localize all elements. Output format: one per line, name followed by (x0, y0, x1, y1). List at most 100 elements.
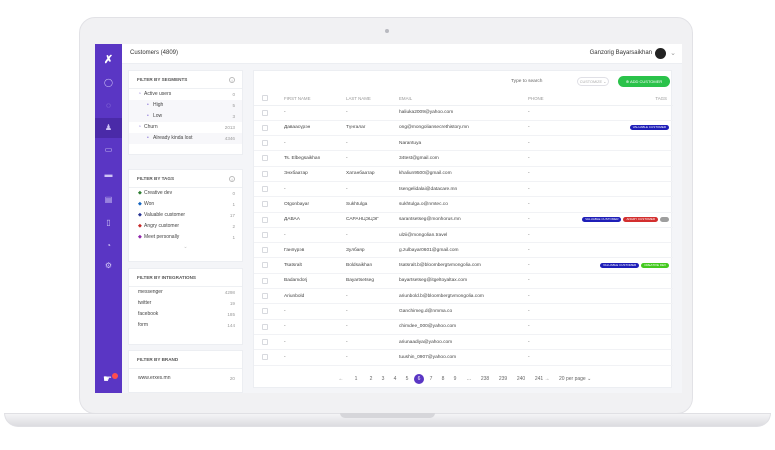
table-row[interactable]: - - tsengelidalai@datacare.mn - (254, 181, 673, 198)
tag-badge[interactable]: ANGRY CUSTOMER (623, 216, 658, 222)
avatar[interactable] (655, 48, 666, 59)
table-row[interactable]: - - chimdee_000@yahoo.com - (254, 319, 673, 335)
page-link[interactable]: 5 (402, 374, 412, 384)
table-row[interactable]: - - ariunaadiya@yahoo.com - (254, 334, 673, 351)
segment-item[interactable]: ◔ Active users 0 (129, 89, 242, 100)
integration-item[interactable]: form 144 (129, 320, 242, 331)
select-all-checkbox[interactable] (262, 95, 268, 102)
table-row[interactable]: Badamdorj Bayartsetseg bayartsetseg@itgelt… (254, 273, 673, 290)
row-checkbox[interactable] (262, 170, 268, 177)
email-header[interactable]: EMAIL (395, 92, 524, 106)
tag-filter-item[interactable]: ◆ Won 1 (129, 199, 242, 210)
settings-icon[interactable]: ⚙ (95, 259, 122, 273)
user-name[interactable]: Ganzorig Bayarsaikhan (590, 50, 652, 56)
page-link[interactable]: 2 (366, 374, 376, 384)
table-row[interactable]: - - Narantuya - (254, 135, 673, 152)
integration-item[interactable]: messenger 4298 (129, 287, 242, 298)
briefcase-icon[interactable]: ▭ (95, 143, 122, 157)
brand-item[interactable]: www.erxes.mn 20 (129, 373, 242, 384)
laptop-icon[interactable]: ▬ (95, 168, 122, 182)
engage-icon[interactable]: ◌ (95, 99, 122, 113)
row-checkbox[interactable] (262, 109, 268, 116)
table-row[interactable]: - - tuushin_0907@yahoo.com - (254, 349, 673, 366)
info-icon[interactable]: i (229, 77, 235, 83)
clipboard-icon[interactable]: ▯ (95, 216, 122, 230)
tags-header[interactable]: TAGS (561, 92, 673, 106)
customers-icon[interactable]: ♟ (95, 118, 122, 138)
page-link[interactable]: 8 (438, 374, 448, 384)
per-page-select[interactable]: 20 per page ⌄ (559, 374, 591, 384)
tag-badge[interactable]: VALUABLE CUSTOMER (599, 262, 640, 268)
table-row[interactable]: - - ulzii@mongolian.travel - (254, 227, 673, 244)
table-row[interactable]: Ariunbold - ariunbold.b@bloombergtvmongoli… (254, 288, 673, 305)
prev-arrow-icon[interactable]: ← (336, 374, 346, 384)
phone-header[interactable]: PHONE (524, 92, 561, 106)
row-checkbox[interactable] (262, 216, 268, 223)
row-checkbox[interactable] (262, 354, 268, 361)
page-link[interactable]: 239 (496, 374, 510, 384)
page-link[interactable]: 3 (378, 374, 388, 384)
logo-icon[interactable]: ✗ (95, 53, 122, 66)
integration-item[interactable]: twitter 19 (129, 298, 242, 309)
insights-icon[interactable]: ◔ (95, 239, 122, 253)
tag-badge[interactable]: VALUABLE CUSTOMER (582, 216, 622, 222)
row-checkbox[interactable] (262, 277, 268, 284)
row-checkbox[interactable] (262, 262, 268, 269)
row-checkbox[interactable] (262, 247, 268, 254)
table-row[interactable]: Otgonbayar Sukhtulga sukhtulga.o@nmtec.co - (254, 196, 673, 213)
page-link[interactable]: 7 (426, 374, 436, 384)
row-checkbox[interactable] (262, 140, 268, 147)
expand-chevron-icon[interactable]: ⌄ (129, 243, 242, 252)
segment-item[interactable]: • High 5 (129, 100, 242, 111)
row-checkbox[interactable] (262, 293, 268, 300)
table-row[interactable]: Ts. Elbegsaikhan -34test@gmail.com - (254, 150, 673, 167)
chevron-down-icon[interactable]: ⌄ (670, 49, 676, 57)
segment-item[interactable]: • Already kinda lost 4346 (129, 133, 242, 144)
page-link[interactable]: 1 (351, 374, 361, 384)
tag-filter-item[interactable]: ◆ Creative dev 0 (129, 188, 242, 199)
row-checkbox[interactable] (262, 338, 268, 345)
tag-label: Won (144, 201, 155, 207)
table-row[interactable]: ДАВАА САРАНЦЭЦЭГ sarantsetseg@monhorus.mn -… (254, 212, 673, 228)
tag-filter-item[interactable]: ◆ Valuable customer 17 (129, 210, 242, 221)
row-checkbox[interactable] (262, 323, 268, 330)
info-icon[interactable]: i (229, 176, 235, 182)
search-input[interactable]: Type to search (511, 79, 542, 84)
row-checkbox[interactable] (262, 186, 268, 192)
phone-cell: - (524, 150, 561, 167)
integration-label: messenger (138, 289, 163, 295)
table-row[interactable]: Ганпүрэв Зулбаяр g.zulbayar0601@gmail.com - (254, 242, 673, 259)
tag-filter-item[interactable]: ◆ Meet personally 1 (129, 232, 242, 243)
table-row[interactable]: Даваасүрэн Түнгалаг ong@mongoliansecrethis… (254, 120, 673, 137)
first-name-header[interactable]: FIRST NAME (280, 92, 342, 106)
integration-item[interactable]: facebook 185 (129, 309, 242, 320)
page-link[interactable]: 4 (390, 374, 400, 384)
chat-icon[interactable]: ◯ (95, 76, 122, 90)
tag-badge[interactable] (660, 216, 669, 222)
segment-item[interactable]: • Low 3 (129, 111, 242, 122)
row-checkbox[interactable] (262, 155, 268, 162)
tag-filter-item[interactable]: ◆ Angry customer 2 (129, 221, 242, 232)
page-link[interactable]: 6 (414, 374, 424, 384)
tag-badge[interactable]: CREATIVE DEV (641, 262, 669, 268)
table-row[interactable]: Энхбаатар Хатанбаатар khaliun9500@gmail.co… (254, 166, 673, 182)
row-checkbox[interactable] (262, 231, 268, 238)
page-link[interactable]: 238 (478, 374, 492, 384)
page-link[interactable]: 240 (514, 374, 528, 384)
table-row[interactable]: - - haliuka2009@yahoo.com - (254, 105, 673, 121)
row-checkbox[interactable] (262, 308, 268, 315)
row-checkbox[interactable] (262, 201, 268, 208)
row-checkbox[interactable] (262, 124, 268, 131)
first-name-cell: Энхбаатар (280, 166, 342, 182)
add-customer-button[interactable]: ⊕ ADD CUSTOMER (618, 76, 670, 87)
table-row[interactable]: - - Ganchimeg.d@nmma.co - (254, 303, 673, 320)
last-name-header[interactable]: LAST NAME (342, 92, 395, 106)
page-link[interactable]: ... (462, 374, 476, 384)
segment-item[interactable]: ◔ Churn 2013 (129, 122, 242, 133)
knowledge-icon[interactable]: ▤ (95, 193, 122, 207)
tag-badge[interactable]: VALUABLE CUSTOMER (629, 125, 669, 131)
page-link[interactable]: 9 (450, 374, 460, 384)
next-arrow-icon[interactable]: → (542, 374, 552, 384)
table-row[interactable]: Tsatsralt Boldsaikhan tsatsralt.b@bloomber… (254, 257, 673, 274)
customize-button[interactable]: CUSTOMIZE ⌄ (577, 77, 609, 86)
